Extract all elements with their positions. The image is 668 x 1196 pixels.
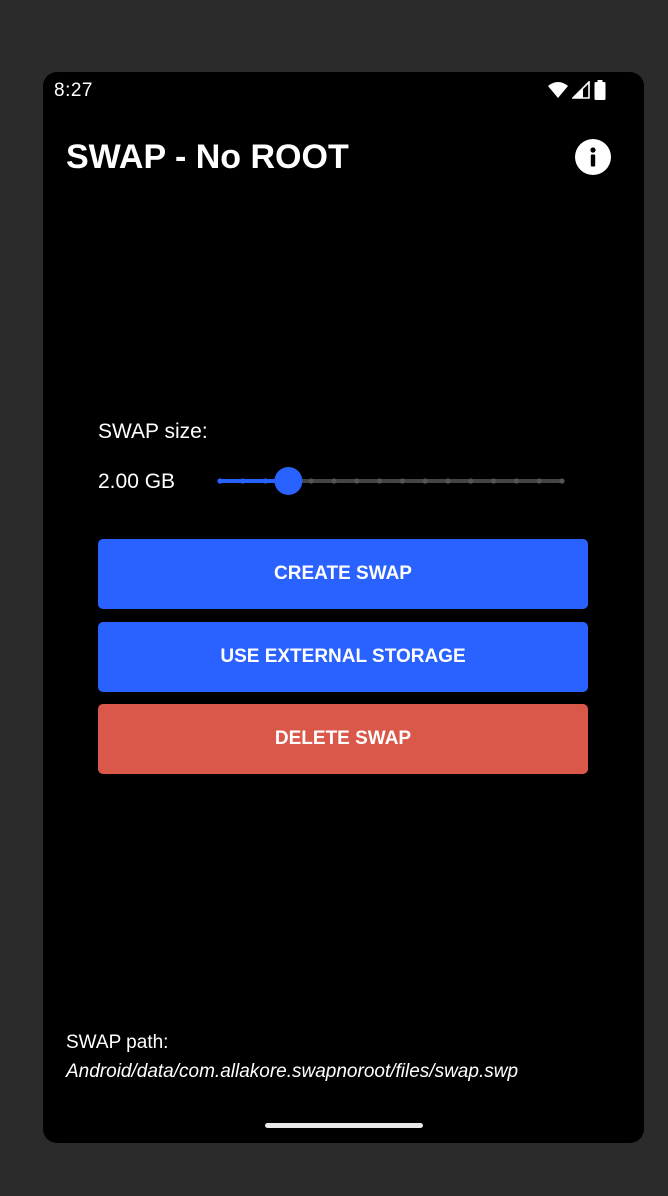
status-time: 8:27 [54, 80, 93, 101]
delete-swap-button[interactable]: DELETE SWAP [98, 704, 588, 774]
slider-thumb[interactable] [274, 467, 303, 495]
screen-background: 8:27 SWAP - No ROOT SWAP size: 2.00 GB C… [0, 0, 668, 1196]
slider-tick [513, 478, 519, 484]
slider-tick [468, 478, 474, 484]
swap-size-slider[interactable] [215, 466, 567, 496]
status-bar: 8:27 [43, 72, 644, 110]
slider-tick [399, 478, 405, 484]
use-external-storage-button[interactable]: USE EXTERNAL STORAGE [98, 622, 588, 692]
status-icons [548, 80, 606, 100]
create-swap-button[interactable]: CREATE SWAP [98, 539, 588, 609]
slider-tick [354, 478, 360, 484]
slider-tick [445, 478, 451, 484]
swap-path-value: Android/data/com.allakore.swapnoroot/fil… [66, 1061, 519, 1082]
home-indicator[interactable] [265, 1123, 423, 1128]
info-icon [590, 147, 596, 167]
slider-tick [559, 478, 565, 484]
slider-tick [536, 478, 542, 484]
swap-path-label: SWAP path: [66, 1032, 169, 1053]
slider-tick [263, 478, 269, 484]
phone-screen: 8:27 SWAP - No ROOT SWAP size: 2.00 GB C… [43, 72, 644, 1143]
slider-tick [491, 478, 497, 484]
slider-tick [422, 478, 428, 484]
slider-tick [217, 478, 223, 484]
swap-size-label: SWAP size: [98, 420, 208, 443]
battery-icon [594, 80, 606, 100]
slider-tick [308, 478, 314, 484]
slider-tick [240, 478, 246, 484]
slider-tick [331, 478, 337, 484]
wifi-icon [548, 82, 568, 98]
info-button[interactable] [575, 139, 611, 175]
signal-icon [572, 81, 590, 99]
slider-tick [377, 478, 383, 484]
app-title: SWAP - No ROOT [66, 138, 349, 176]
swap-size-value: 2.00 GB [98, 470, 176, 493]
